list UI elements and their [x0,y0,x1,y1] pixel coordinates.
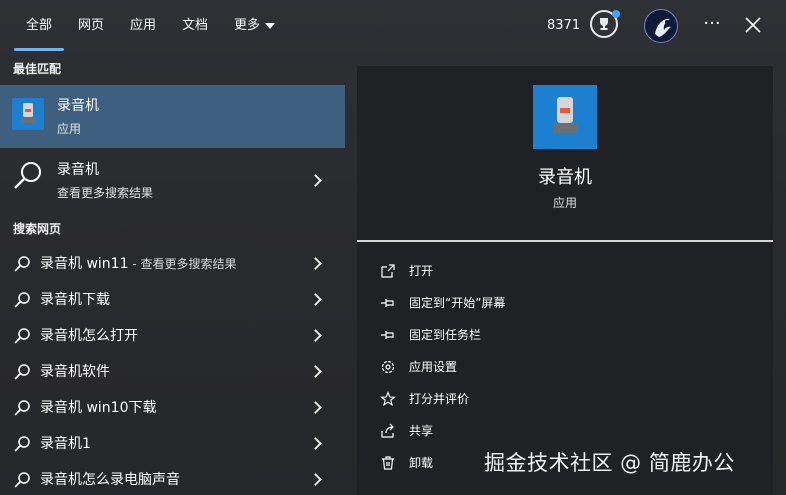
chevron-right-icon [309,437,322,450]
web-result-hint: - 查看更多搜索结果 [128,257,237,271]
best-match-heading: 最佳匹配 [13,62,62,76]
search-window: 全部 网页 应用 文档 更多 8371 ··· 最佳匹配 录音机 应用 录音机 … [0,0,786,495]
action-label: 打分并评价 [409,392,470,406]
close-icon[interactable] [740,12,766,38]
web-result-item[interactable]: 录音机 win11 - 查看更多搜索结果 [0,246,345,282]
top-bar: 全部 网页 应用 文档 更多 8371 ··· [0,0,786,52]
tab-apps[interactable]: 应用 [130,14,156,38]
ellipsis-icon[interactable]: ··· [699,12,725,38]
web-search-heading: 搜索网页 [13,222,62,236]
chevron-right-icon [309,401,322,414]
chevron-down-icon [265,22,276,29]
search-icon [14,436,30,452]
web-result-item[interactable]: 录音机下载 [0,282,345,318]
action-label: 固定到“开始”屏幕 [409,296,506,310]
web-result-label: 录音机下载 [40,292,110,308]
search-icon [14,292,30,308]
web-result-text: 录音机 win11 [40,256,129,272]
web-result-label: 录音机怎么录电脑声音 [40,472,180,488]
web-result-item[interactable]: 录音机怎么打开 [0,318,345,354]
action-app-settings[interactable]: 应用设置 [380,356,680,380]
action-share[interactable]: 共享 [380,420,680,444]
best-match-subtitle: 应用 [57,122,82,136]
search-icon [14,328,30,344]
detail-title: 录音机 [538,167,592,188]
watermark: 掘金技术社区 @ 简鹿办公 [484,451,735,475]
web-result-item[interactable]: 录音机1 [0,426,345,462]
web-result-item[interactable]: 录音机怎么录电脑声音 [0,462,345,495]
search-icon [14,256,30,272]
web-result-label: 录音机软件 [40,364,110,380]
action-open[interactable]: 打开 [380,260,680,284]
tab-web[interactable]: 网页 [78,14,104,38]
chevron-right-icon [309,174,322,187]
chevron-right-icon [309,293,322,306]
action-label: 固定到任务栏 [409,328,482,342]
search-icon [14,472,30,488]
pin-icon [381,299,394,307]
web-result-label: 录音机 win10下载 [40,400,157,416]
web-result-item[interactable]: 录音机软件 [0,354,345,390]
action-label: 打开 [409,264,434,278]
voice-recorder-app-icon [12,98,44,130]
web-result-item[interactable]: 录音机 win10下载 [0,390,345,426]
voice-recorder-app-icon [533,85,597,149]
tab-all[interactable]: 全部 [26,14,52,38]
action-pin-taskbar[interactable]: 固定到任务栏 [380,324,680,348]
avatar[interactable] [644,9,678,43]
share-icon [381,423,394,438]
chevron-right-icon [309,473,322,486]
best-match-title: 录音机 [57,98,99,114]
active-tab-indicator [14,48,64,51]
search-icon [14,364,30,380]
divider [357,240,773,242]
search-more-item[interactable]: 录音机 查看更多搜索结果 [0,150,345,208]
chevron-right-icon [309,365,322,378]
action-label: 卸载 [409,456,434,470]
search-icon [14,162,41,189]
search-icon [14,400,30,416]
web-result-label: 录音机1 [40,436,91,452]
web-result-label: 录音机 win11 - 查看更多搜索结果 [40,254,236,274]
action-label: 应用设置 [409,360,458,374]
detail-subtitle: 应用 [552,196,577,210]
tab-more-label: 更多 [234,18,261,33]
trash-icon [382,456,394,470]
notification-dot [612,10,620,18]
search-more-title: 录音机 [57,162,99,178]
best-match-item[interactable] [0,85,345,148]
web-result-label: 录音机怎么打开 [40,328,138,344]
action-label: 共享 [409,424,434,438]
action-rate-review[interactable]: 打分并评价 [380,388,680,412]
chevron-right-icon [309,257,322,270]
tab-documents[interactable]: 文档 [182,14,208,38]
action-pin-start[interactable]: 固定到“开始”屏幕 [380,292,680,316]
open-icon [381,264,395,278]
chevron-right-icon [309,329,322,342]
rewards-points: 8371 [547,18,581,33]
star-icon [380,391,396,407]
gear-icon [381,360,395,374]
pin-icon [381,331,394,339]
tab-more[interactable]: 更多 [234,14,276,38]
search-more-subtitle: 查看更多搜索结果 [57,186,154,200]
